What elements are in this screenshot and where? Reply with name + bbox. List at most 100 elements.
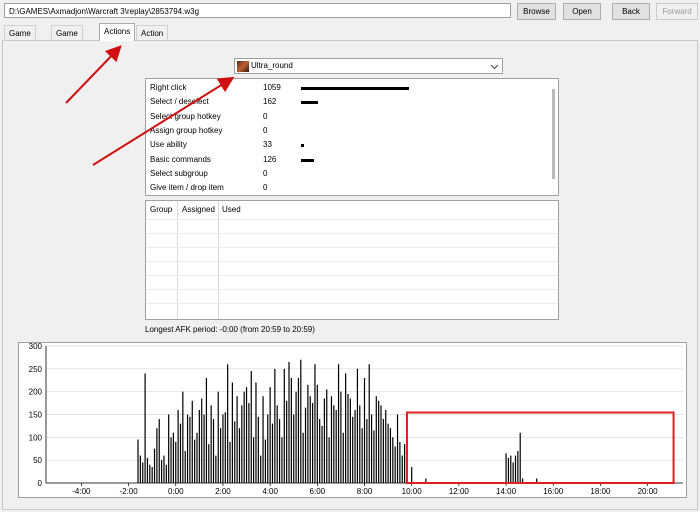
action-name: Give item / drop item xyxy=(150,183,224,193)
row-divider xyxy=(146,247,558,248)
apm-bar xyxy=(342,432,344,483)
apm-bar xyxy=(356,368,359,483)
apm-bar xyxy=(510,455,512,483)
apm-bar xyxy=(507,457,510,483)
x-tick-label: 10:00 xyxy=(402,487,423,496)
x-tick-label: 6:00 xyxy=(310,487,326,496)
browse-button[interactable]: Browse xyxy=(517,3,556,20)
row-divider xyxy=(146,275,558,276)
apm-bar xyxy=(267,414,269,483)
scrollbar[interactable] xyxy=(552,89,555,179)
action-bar xyxy=(301,101,318,105)
y-tick-label: 0 xyxy=(38,479,43,488)
chevron-down-icon[interactable] xyxy=(490,62,499,71)
x-tick-label: -4:00 xyxy=(72,487,91,496)
apm-bar xyxy=(411,467,413,483)
open-button[interactable]: Open xyxy=(563,3,601,20)
apm-bar xyxy=(519,432,521,483)
groups-table[interactable]: Group Assigned Used xyxy=(145,200,559,320)
apm-bar xyxy=(161,460,163,483)
actions-list[interactable]: Right click 1059 Select / deselect 162 Selec… xyxy=(145,78,559,196)
apm-bar xyxy=(260,455,262,483)
apm-bar xyxy=(250,371,252,483)
apm-bar xyxy=(245,387,248,483)
apm-bar xyxy=(349,398,351,483)
column-header-used[interactable]: Used xyxy=(222,201,241,219)
apm-bar xyxy=(328,437,330,483)
tab-actions[interactable]: Actions xyxy=(99,23,136,41)
action-count: 126 xyxy=(263,154,277,164)
y-tick-label: 300 xyxy=(29,343,43,351)
apm-bar xyxy=(297,377,300,483)
action-row: Use ability 33 xyxy=(150,138,550,152)
apm-bar xyxy=(236,396,238,483)
apm-bar xyxy=(276,405,278,483)
apm-bar xyxy=(517,451,519,483)
apm-bar xyxy=(293,414,295,483)
apm-bar xyxy=(144,373,146,483)
action-row: Select group hotkey 0 xyxy=(150,110,550,124)
back-button[interactable]: Back xyxy=(612,3,650,20)
apm-bar xyxy=(196,432,198,483)
action-row: Select / deselect 162 xyxy=(150,95,550,109)
apm-bar xyxy=(156,428,158,483)
apm-bar xyxy=(255,382,257,483)
action-name: Select group hotkey xyxy=(150,111,221,121)
apm-bar xyxy=(505,453,507,483)
apm-bar xyxy=(158,419,160,483)
apm-bar xyxy=(191,400,193,483)
action-bar xyxy=(301,144,305,148)
action-count: 0 xyxy=(263,111,268,121)
apm-bar xyxy=(170,437,172,483)
replay-path-input[interactable]: D:\GAMES\Axmadjon\Warcraft 3\replay\2853… xyxy=(4,3,511,18)
apm-bar xyxy=(394,446,396,483)
longest-afk-label: Longest AFK period: -0:00 (from 20:59 to… xyxy=(145,325,315,334)
apm-chart: 0 50 100 150 200 250 300 -4:00 -2:00 0:00 2:00 4:00… xyxy=(18,342,687,498)
apm-bar xyxy=(182,391,184,483)
apm-bar xyxy=(347,393,349,483)
apm-bar xyxy=(229,441,231,483)
row-divider xyxy=(146,303,558,304)
action-name: Select / deselect xyxy=(150,97,209,107)
x-tick-label: 14:00 xyxy=(496,487,517,496)
apm-bar xyxy=(222,414,224,483)
action-row: Assign group hotkey 0 xyxy=(150,124,550,138)
y-tick-label: 200 xyxy=(29,388,43,397)
apm-bar xyxy=(288,361,290,483)
tab-game-info[interactable]: Game Info xyxy=(4,25,36,53)
apm-bar xyxy=(295,391,297,483)
apm-bar xyxy=(177,409,179,483)
apm-bar xyxy=(345,373,347,483)
apm-bar xyxy=(512,462,514,483)
apm-bar xyxy=(361,428,363,483)
apm-bar xyxy=(385,409,387,483)
apm-chart-svg: 0 50 100 150 200 250 300 -4:00 -2:00 0:00 2:00 4:00… xyxy=(29,342,683,496)
apm-bar xyxy=(203,414,205,483)
tab-action-log[interactable]: Action Log xyxy=(136,25,169,53)
apm-bar xyxy=(378,400,380,483)
action-row: Basic commands 126 xyxy=(150,153,550,167)
apm-bar xyxy=(168,414,170,483)
player-name: Ultra_round xyxy=(251,61,293,70)
apm-bar xyxy=(278,419,281,483)
action-name: Use ability xyxy=(150,140,187,150)
apm-bar xyxy=(205,377,208,483)
apm-bar xyxy=(165,464,167,483)
column-header-assigned[interactable]: Assigned xyxy=(182,201,215,219)
row-divider xyxy=(146,233,558,234)
apm-bar xyxy=(201,398,203,483)
apm-bar xyxy=(375,396,377,483)
apm-bar xyxy=(373,430,375,483)
action-count: 33 xyxy=(263,140,272,150)
apm-bar xyxy=(241,405,243,483)
apm-bar xyxy=(330,396,333,483)
apm-bar xyxy=(227,364,229,483)
column-header-group[interactable]: Group xyxy=(150,201,172,219)
tab-game-chat[interactable]: Game Chat xyxy=(51,25,83,53)
action-row: Give item / drop item 0 xyxy=(150,181,550,195)
apm-bar xyxy=(309,396,311,483)
apm-bar xyxy=(370,414,373,483)
action-row: Right click 1059 xyxy=(150,81,550,95)
row-divider xyxy=(146,261,558,262)
player-select[interactable]: Ultra_round xyxy=(234,58,503,74)
